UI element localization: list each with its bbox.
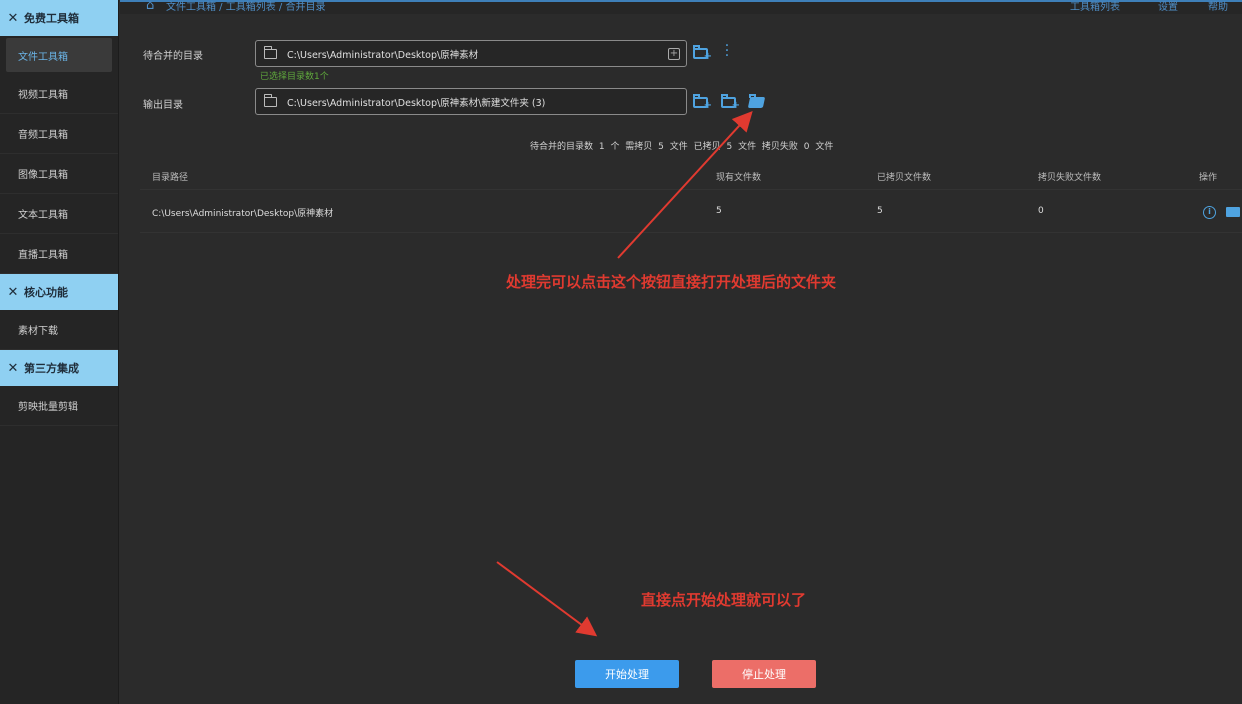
sidebar-section-free-tools[interactable]: ✕ 免费工具箱 [0, 0, 118, 36]
tools-icon: ✕ [7, 284, 19, 300]
annotation-open-folder: 处理完可以点击这个按钮直接打开处理后的文件夹 [506, 273, 837, 291]
sidebar-section-core[interactable]: ✕ 核心功能 [0, 274, 118, 310]
breadcrumb[interactable]: 文件工具箱 / 工具箱列表 / 合并目录 [166, 0, 325, 13]
col-header-copied: 已拷贝文件数 [877, 173, 932, 183]
tools-icon: ✕ [7, 360, 19, 376]
sidebar-section-third-party[interactable]: ✕ 第三方集成 [0, 350, 118, 386]
sidebar-item-capcut-batch[interactable]: 剪映批量剪辑 [0, 386, 118, 426]
sidebar-section-label: 核心功能 [24, 286, 68, 299]
source-dir-path: C:\Users\Administrator\Desktop\原神素材 [287, 49, 479, 61]
home-icon[interactable]: ⌂ [146, 0, 154, 13]
cell-existing: 5 [716, 206, 722, 216]
output-dir-input[interactable]: C:\Users\Administrator\Desktop\原神素材\新建文件… [255, 88, 687, 115]
cell-failed: 0 [1038, 206, 1044, 216]
sidebar-item-label: 视频工具箱 [18, 90, 68, 101]
sidebar-item-label: 图像工具箱 [18, 170, 68, 181]
arrow-to-open-folder [617, 111, 753, 259]
output-dir-path: C:\Users\Administrator\Desktop\原神素材\新建文件… [287, 97, 546, 109]
source-dir-label: 待合并的目录 [143, 51, 203, 62]
info-icon[interactable]: i [1203, 206, 1216, 219]
sidebar-item-audio-tools[interactable]: 音频工具箱 [0, 114, 118, 154]
sidebar-item-video-tools[interactable]: 视频工具箱 [0, 74, 118, 114]
output-dir-label: 输出目录 [143, 100, 183, 111]
menu-toolbox-list[interactable]: 工具箱列表 [1070, 0, 1120, 13]
sidebar-item-label: 文件工具箱 [18, 51, 68, 63]
cell-path: C:\Users\Administrator\Desktop\原神素材 [152, 209, 334, 219]
new-output-folder-icon[interactable]: + [720, 94, 740, 111]
folder-icon [263, 45, 277, 59]
sidebar-item-label: 素材下载 [18, 326, 58, 337]
more-options-icon[interactable]: · · · [723, 39, 731, 63]
sidebar-item-label: 音频工具箱 [18, 130, 68, 141]
tools-icon: ✕ [7, 10, 19, 26]
table-divider [140, 189, 1242, 190]
col-header-existing: 现有文件数 [716, 173, 762, 183]
selected-count-hint: 已选择目录数1个 [260, 72, 329, 82]
sidebar-item-text-tools[interactable]: 文本工具箱 [0, 194, 118, 234]
arrow-to-start [496, 561, 598, 637]
menu-help[interactable]: 帮助 [1208, 0, 1228, 13]
add-folder-icon[interactable]: + [692, 45, 712, 62]
sidebar-item-material-download[interactable]: 素材下载 [0, 310, 118, 350]
sidebar-item-live-tools[interactable]: 直播工具箱 [0, 234, 118, 274]
source-dir-input[interactable]: C:\Users\Administrator\Desktop\原神素材 + [255, 40, 687, 67]
open-folder-icon[interactable] [1226, 207, 1240, 217]
col-header-failed: 拷贝失败文件数 [1038, 173, 1102, 183]
sidebar-section-label: 第三方集成 [24, 362, 79, 375]
start-button[interactable]: 开始处理 [575, 660, 679, 688]
sidebar-item-label: 剪映批量剪辑 [18, 402, 78, 413]
sidebar: ✕ 免费工具箱 文件工具箱 视频工具箱 音频工具箱 图像工具箱 文本工具箱 直播… [0, 0, 119, 704]
col-header-actions: 操作 [1199, 173, 1218, 183]
table-divider [140, 232, 1242, 233]
sidebar-item-image-tools[interactable]: 图像工具箱 [0, 154, 118, 194]
sidebar-item-label: 文本工具箱 [18, 210, 68, 221]
annotation-start: 直接点开始处理就可以了 [641, 591, 807, 609]
sidebar-item-file-tools[interactable]: 文件工具箱 [6, 38, 112, 72]
open-output-folder-icon[interactable] [747, 94, 768, 110]
menu-settings[interactable]: 设置 [1158, 0, 1178, 13]
stats-summary: 待合并的目录数 1 个 需拷贝 5 文件 已拷贝 5 文件 拷贝失败 0 文件 [530, 142, 834, 152]
sidebar-item-label: 直播工具箱 [18, 250, 68, 261]
select-icon[interactable]: + [668, 48, 680, 60]
select-output-folder-icon[interactable]: + [692, 94, 712, 111]
cell-copied: 5 [877, 206, 883, 216]
col-header-path: 目录路径 [152, 173, 189, 183]
sidebar-section-label: 免费工具箱 [24, 12, 79, 25]
top-bar: ⌂ 文件工具箱 / 工具箱列表 / 合并目录 工具箱列表 设置 帮助 [120, 0, 1242, 14]
stop-button[interactable]: 停止处理 [712, 660, 816, 688]
folder-icon [263, 93, 277, 107]
